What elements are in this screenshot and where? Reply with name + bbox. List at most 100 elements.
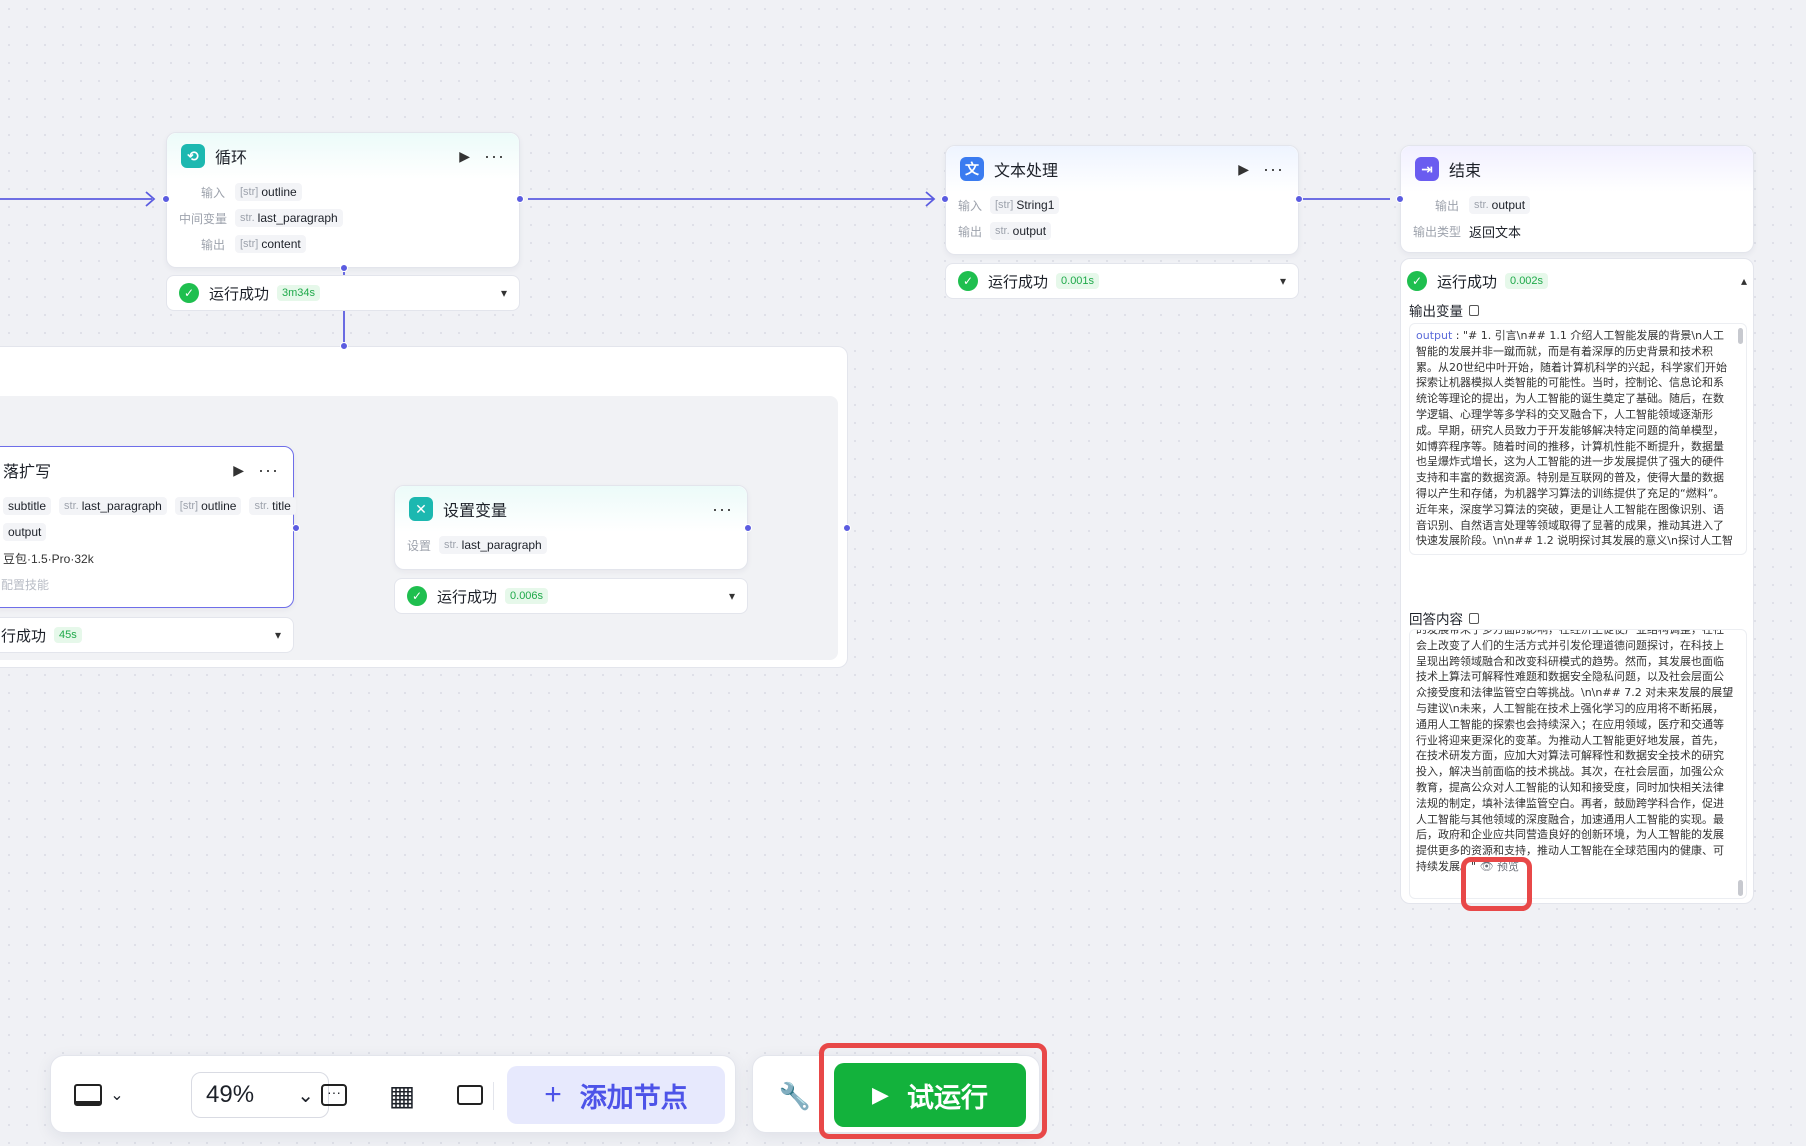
test-run-label: 试运行: [906, 1082, 988, 1113]
end-node-title: 结束: [1449, 163, 1482, 180]
row-label: 输入: [200, 185, 225, 200]
var-tag: str. output: [1469, 196, 1531, 214]
port[interactable]: [162, 195, 170, 203]
row-label: 输出类型: [1413, 224, 1462, 239]
output-vars-header: 输出变量: [1409, 300, 1479, 320]
success-icon: ✓: [958, 271, 978, 291]
chevron-up-icon[interactable]: ▴: [1741, 274, 1747, 288]
more-icon[interactable]: ···: [712, 500, 733, 518]
output-vars-title: 输出变量: [1409, 304, 1463, 319]
row-label: 输出: [958, 224, 983, 239]
plus-icon: +: [544, 1078, 562, 1111]
output-vars-text: output : "# 1. 引言\n## 1.1 介绍人工智能发展的背景\n人…: [1416, 328, 1734, 550]
port[interactable]: [941, 195, 949, 203]
status-text: 运行成功: [437, 588, 498, 606]
add-node-button[interactable]: + 添加节点: [507, 1066, 725, 1124]
chevron-down-icon[interactable]: ▾: [1280, 274, 1286, 288]
row-label: 设置: [407, 538, 432, 553]
layout-button[interactable]: ▦: [369, 1076, 435, 1114]
loop-row-middle: 中间变量 str. last_paragraph: [167, 205, 519, 231]
answer-text: 的发展带来了多方面的影响，在经济上促使产业结构调整，在社会上改变了人们的生活方式…: [1416, 630, 1734, 892]
copy-icon[interactable]: [1469, 612, 1479, 624]
loop-icon: ⟲: [181, 144, 205, 168]
setvar-status-bar[interactable]: ✓ 运行成功 0.006s ▾: [394, 578, 748, 614]
port[interactable]: [516, 195, 524, 203]
status-text: 行成功: [1, 627, 47, 645]
loop-row-output: 输出 [str] content: [167, 231, 519, 257]
port[interactable]: [292, 524, 300, 532]
chevron-down-icon[interactable]: ▾: [275, 628, 281, 642]
expand-status-bar[interactable]: 行成功 45s ▾: [0, 617, 294, 653]
expand-model-row: 豆包·1.5·Pro·32k: [0, 545, 293, 571]
answer-box: 的发展带来了多方面的影响，在经济上促使产业结构调整，在社会上改变了人们的生活方式…: [1409, 629, 1747, 899]
duration-badge: 0.002s: [1505, 273, 1549, 289]
port[interactable]: [843, 524, 851, 532]
text-node-title: 文本处理: [994, 163, 1059, 180]
end-row-type: 输出类型 返回文本: [1401, 218, 1753, 244]
preview-button[interactable]: 👁 预览: [1480, 860, 1519, 873]
port[interactable]: [1295, 195, 1303, 203]
output-value: : "# 1. 引言\n## 1.1 介绍人工智能发展的背景\n人工智能的发展并…: [1416, 329, 1733, 548]
text-process-icon: 文: [960, 157, 984, 181]
var-tag: subtitle: [3, 497, 52, 515]
chevron-down-icon[interactable]: ▾: [729, 589, 735, 603]
scrollbar[interactable]: [1738, 328, 1743, 344]
model-name: 豆包·1.5·Pro·32k: [3, 551, 94, 566]
settings-button[interactable]: 🔧: [775, 1076, 815, 1116]
loop-node-header: ⟲ 循环 ▶ ···: [167, 133, 519, 179]
var-tag: str. last_paragraph: [439, 536, 547, 554]
chevron-down-icon[interactable]: ▾: [501, 286, 507, 300]
more-icon[interactable]: ···: [1263, 160, 1284, 178]
end-status-row[interactable]: ✓ 运行成功 0.002s ▴: [1407, 269, 1747, 293]
scrollbar[interactable]: [1738, 880, 1743, 896]
duration-badge: 0.006s: [505, 588, 549, 604]
preview-label: 预览: [1497, 859, 1520, 873]
loop-status-bar[interactable]: ✓ 运行成功 3m34s ▾: [166, 275, 520, 311]
answer-header: 回答内容: [1409, 608, 1479, 628]
play-icon[interactable]: ▶: [233, 462, 244, 479]
minimap-toggle[interactable]: ⌄: [67, 1078, 131, 1112]
answer-title: 回答内容: [1409, 612, 1463, 627]
play-icon[interactable]: ▶: [459, 148, 470, 165]
row-label: 中间变量: [179, 211, 228, 226]
port[interactable]: [340, 342, 348, 350]
text-row-output: 输出 str. output: [946, 218, 1298, 244]
success-icon: ✓: [179, 283, 199, 303]
setvar-row: 设置 str. last_paragraph: [395, 532, 747, 558]
port[interactable]: [744, 524, 752, 532]
setvar-node-header: ✕ 设置变量 ···: [395, 486, 747, 532]
port[interactable]: [340, 264, 348, 272]
grid-icon: ▦: [388, 1079, 416, 1111]
loop-node[interactable]: ⟲ 循环 ▶ ··· 输入 [str] outline 中间变量 str. last…: [166, 132, 520, 268]
set-variable-icon: ✕: [409, 497, 433, 521]
paragraph-expand-node[interactable]: 落扩写 ▶ ··· subtitle str. last_paragraph [s…: [0, 446, 296, 608]
expand-input-row: subtitle str. last_paragraph [str] outline…: [0, 493, 296, 519]
play-icon[interactable]: ▶: [1238, 161, 1249, 178]
comment-button[interactable]: ···: [301, 1076, 367, 1114]
answer-value: 的发展带来了多方面的影响，在经济上促使产业结构调整，在社会上改变了人们的生活方式…: [1416, 630, 1734, 873]
row-label: 输出: [200, 237, 225, 252]
text-node-header: 文 文本处理 ▶ ···: [946, 146, 1298, 192]
more-icon[interactable]: ···: [258, 461, 279, 479]
copy-icon[interactable]: [1469, 304, 1479, 316]
set-variable-node[interactable]: ✕ 设置变量 ··· 设置 str. last_paragraph: [394, 485, 748, 570]
end-node[interactable]: ⇥ 结束 输出 str. output 输出类型 返回文本: [1400, 145, 1754, 253]
add-node-label: 添加节点: [579, 1082, 688, 1113]
output-type-value: 返回文本: [1469, 224, 1522, 240]
port[interactable]: [1396, 195, 1404, 203]
more-icon[interactable]: ···: [484, 147, 505, 165]
test-run-button[interactable]: ▶ 试运行: [834, 1063, 1026, 1127]
status-text: 运行成功: [988, 273, 1049, 291]
text-status-bar[interactable]: ✓ 运行成功 0.001s ▾: [945, 263, 1299, 299]
var-tag: str. last_paragraph: [235, 209, 343, 227]
configure-skill[interactable]: 配置技能: [1, 576, 49, 593]
success-icon: ✓: [1407, 271, 1427, 291]
screen-icon: [74, 1084, 103, 1106]
var-tag: str. output: [990, 222, 1052, 240]
duration-badge: 3m34s: [277, 285, 321, 301]
play-icon: ▶: [872, 1082, 889, 1107]
toolbar-divider: [493, 1082, 494, 1110]
var-tag: [str] outline: [174, 497, 242, 515]
text-process-node[interactable]: 文 文本处理 ▶ ··· 输入 [str] String1 输出 str. outp…: [945, 145, 1299, 255]
chevron-down-icon: ⌄: [110, 1087, 124, 1104]
